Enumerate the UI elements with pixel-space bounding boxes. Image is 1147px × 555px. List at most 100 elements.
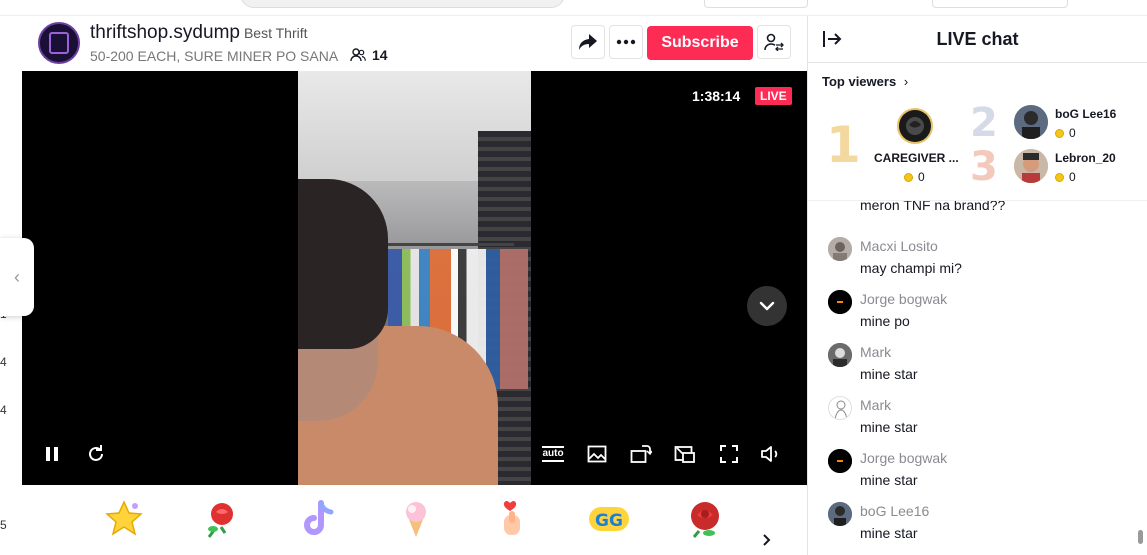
pause-icon xyxy=(46,447,58,461)
camera-feed xyxy=(298,71,531,485)
chat-message: Jorge bogwak mine star xyxy=(828,446,1128,494)
chat-title: LIVE chat xyxy=(936,29,1019,49)
message-user[interactable]: Mark xyxy=(860,397,891,413)
top-button[interactable] xyxy=(704,0,808,8)
rank-number: 2 xyxy=(970,100,998,146)
user-avatar[interactable] xyxy=(828,343,852,367)
host-username[interactable]: thriftshop.sydump xyxy=(90,22,240,43)
message-user[interactable]: Mark xyxy=(860,344,891,360)
host-name-row: thriftshop.sydump Best Thrift xyxy=(90,22,308,44)
user-avatar[interactable] xyxy=(828,449,852,473)
top-viewer-avatar[interactable] xyxy=(897,108,933,144)
quality-button[interactable]: auto xyxy=(540,442,566,466)
rank-number: 3 xyxy=(970,144,998,190)
host-avatar[interactable] xyxy=(38,22,80,64)
image-icon xyxy=(587,445,607,463)
top-viewer-avatar[interactable] xyxy=(1014,149,1048,183)
ice-cream-gift-icon[interactable] xyxy=(394,497,438,541)
message-text: may champi mi? xyxy=(860,260,962,276)
chevron-right-icon: › xyxy=(903,74,909,89)
coin-icon xyxy=(1055,173,1064,183)
collapse-sidebar-button[interactable]: ‹ xyxy=(0,238,34,316)
user-avatar-icon xyxy=(828,449,852,473)
host-nickname: Best Thrift xyxy=(243,25,308,41)
message-user[interactable]: boG Lee16 xyxy=(860,503,929,519)
top-viewer-coins: 0 xyxy=(1055,170,1076,184)
user-avatar[interactable] xyxy=(828,396,852,420)
message-user[interactable]: Macxi Losito xyxy=(860,238,938,254)
refresh-button[interactable] xyxy=(84,442,108,466)
rose-gift-icon[interactable] xyxy=(199,497,243,541)
chat-header: LIVE chat xyxy=(808,16,1147,63)
user-avatar[interactable] xyxy=(828,502,852,526)
message-user[interactable]: Jorge bogwak xyxy=(860,450,947,466)
red-rose-gift-icon[interactable] xyxy=(683,497,727,541)
tiktok-gift-icon[interactable] xyxy=(297,497,341,541)
elapsed-time: 1:38:14 xyxy=(692,88,741,104)
live-video-player[interactable]: 1:38:14 LIVE auto xyxy=(22,71,807,485)
chat-message: boG Lee16 mine star xyxy=(828,499,1128,547)
chevron-right-icon xyxy=(763,534,771,546)
user-avatar-icon xyxy=(828,502,852,526)
rail-number: 5 xyxy=(0,518,7,532)
live-chat-panel: LIVE chat Top viewers › 1 CAREGIVER ... … xyxy=(808,16,1147,555)
subscribe-button[interactable]: Subscribe xyxy=(647,26,753,60)
chevron-down-icon xyxy=(759,301,775,311)
user-avatar-icon xyxy=(1014,149,1048,183)
more-button[interactable] xyxy=(609,25,643,59)
volume-icon xyxy=(761,446,778,462)
user-switch-icon xyxy=(764,33,784,51)
user-avatar-icon xyxy=(828,343,852,367)
chat-scrollbar[interactable] xyxy=(1138,530,1143,544)
top-viewer-name[interactable]: Lebron_20 xyxy=(1055,151,1116,165)
top-viewer-coins: 0 xyxy=(904,170,925,184)
gg-gift-icon[interactable]: GG xyxy=(587,497,631,541)
top-strip xyxy=(0,0,1147,16)
user-avatar-icon xyxy=(828,290,852,314)
message-text: mine star xyxy=(860,366,918,382)
svg-text:GG: GG xyxy=(595,511,623,531)
message-text: mine star xyxy=(860,472,918,488)
rotate-button[interactable] xyxy=(629,442,653,466)
top-viewer-name[interactable]: CAREGIVER ... xyxy=(874,151,959,165)
user-avatar[interactable] xyxy=(828,237,852,261)
stream-description: 50-200 EACH, SURE MINER PO SANA xyxy=(90,48,339,64)
people-icon xyxy=(350,48,366,62)
pause-button[interactable] xyxy=(40,442,64,466)
top-viewers-link[interactable]: Top viewers › xyxy=(822,74,908,89)
top-viewer-coins: 0 xyxy=(1055,126,1076,140)
stream-header: thriftshop.sydump Best Thrift 50-200 EACH… xyxy=(22,16,807,71)
sketch-avatar-icon xyxy=(829,397,851,419)
share-button[interactable] xyxy=(571,25,605,59)
more-icon xyxy=(616,39,636,45)
picture-button[interactable] xyxy=(585,442,609,466)
star-gift-icon[interactable] xyxy=(102,497,146,541)
refresh-icon xyxy=(89,445,103,461)
gift-next-button[interactable] xyxy=(762,533,772,552)
gift-bar: GG xyxy=(22,485,807,555)
chat-messages[interactable]: meron TNF na brand?? Macxi Losito may ch… xyxy=(808,200,1147,555)
top-viewers-label: Top viewers xyxy=(822,74,897,89)
picture-in-picture-button[interactable] xyxy=(673,442,697,466)
chat-message: Jorge bogwak mine po xyxy=(828,287,1128,335)
fullscreen-icon xyxy=(720,445,738,463)
top-viewer-avatar[interactable] xyxy=(1014,105,1048,139)
follow-button[interactable] xyxy=(757,25,791,59)
top-viewer-name[interactable]: boG Lee16 xyxy=(1055,107,1116,121)
finger-heart-gift-icon[interactable] xyxy=(490,497,534,541)
rail-number: 4 xyxy=(0,403,7,417)
user-avatar[interactable] xyxy=(828,290,852,314)
volume-button[interactable] xyxy=(759,442,783,466)
message-user[interactable]: Jorge bogwak xyxy=(860,291,947,307)
user-avatar-icon xyxy=(828,237,852,261)
fullscreen-button[interactable] xyxy=(717,442,741,466)
chat-message: Mark mine star xyxy=(828,340,1128,388)
top-button[interactable] xyxy=(932,0,1068,8)
share-icon xyxy=(579,34,597,50)
rose-avatar-icon xyxy=(899,110,931,142)
scroll-down-button[interactable] xyxy=(747,286,787,326)
chat-message: meron TNF na brand?? xyxy=(828,201,1128,219)
message-text: mine star xyxy=(860,525,918,541)
rotate-screen-icon xyxy=(630,445,652,463)
search-bar[interactable] xyxy=(240,0,565,8)
